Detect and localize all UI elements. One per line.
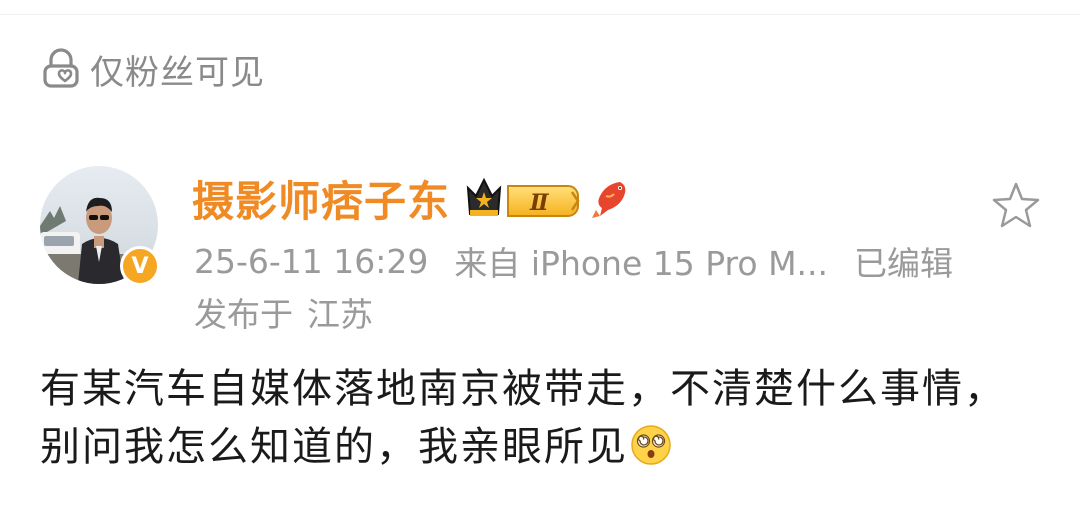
post-source: 来自 iPhone 15 Pro M... <box>454 244 829 283</box>
avatar[interactable]: V <box>40 166 160 286</box>
lock-heart-icon <box>43 48 79 88</box>
member-level: Ⅱ <box>529 190 550 216</box>
crown-badge-icon[interactable]: Ⅱ <box>464 174 582 222</box>
dizzy-eyes-emoji-icon <box>631 425 671 465</box>
top-divider <box>0 14 1080 15</box>
location-prefix: 发布于 <box>194 295 293 334</box>
koi-fish-icon <box>592 182 626 218</box>
weibo-post: 仅粉丝可见 V 摄影师痞子东 Ⅱ 25-6-11 16:29 来自 iPhone… <box>0 0 1080 522</box>
post-timestamp: 25-6-11 16:29 <box>194 241 429 281</box>
post-meta: 25-6-11 16:29 来自 iPhone 15 Pro M... 已编辑 <box>194 236 953 286</box>
edited-label[interactable]: 已编辑 <box>854 237 953 285</box>
visibility-label: 仅粉丝可见 <box>90 52 265 93</box>
post-location: 发布于 江苏 <box>194 288 373 336</box>
star-icon[interactable] <box>990 180 1042 232</box>
post-body: 有某汽车自媒体落地南京被带走，不清楚什么事情，别问我怎么知道的，我亲眼所见 <box>40 360 1030 476</box>
verified-badge: V <box>120 246 160 286</box>
author-name[interactable]: 摄影师痞子东 <box>192 168 450 229</box>
post-text: 有某汽车自媒体落地南京被带走，不清楚什么事情，别问我怎么知道的，我亲眼所见 <box>40 366 1006 470</box>
visibility-indicator: 仅粉丝可见 <box>38 44 265 94</box>
location-value: 江苏 <box>307 295 373 334</box>
author-row: 摄影师痞子东 Ⅱ <box>192 168 630 228</box>
